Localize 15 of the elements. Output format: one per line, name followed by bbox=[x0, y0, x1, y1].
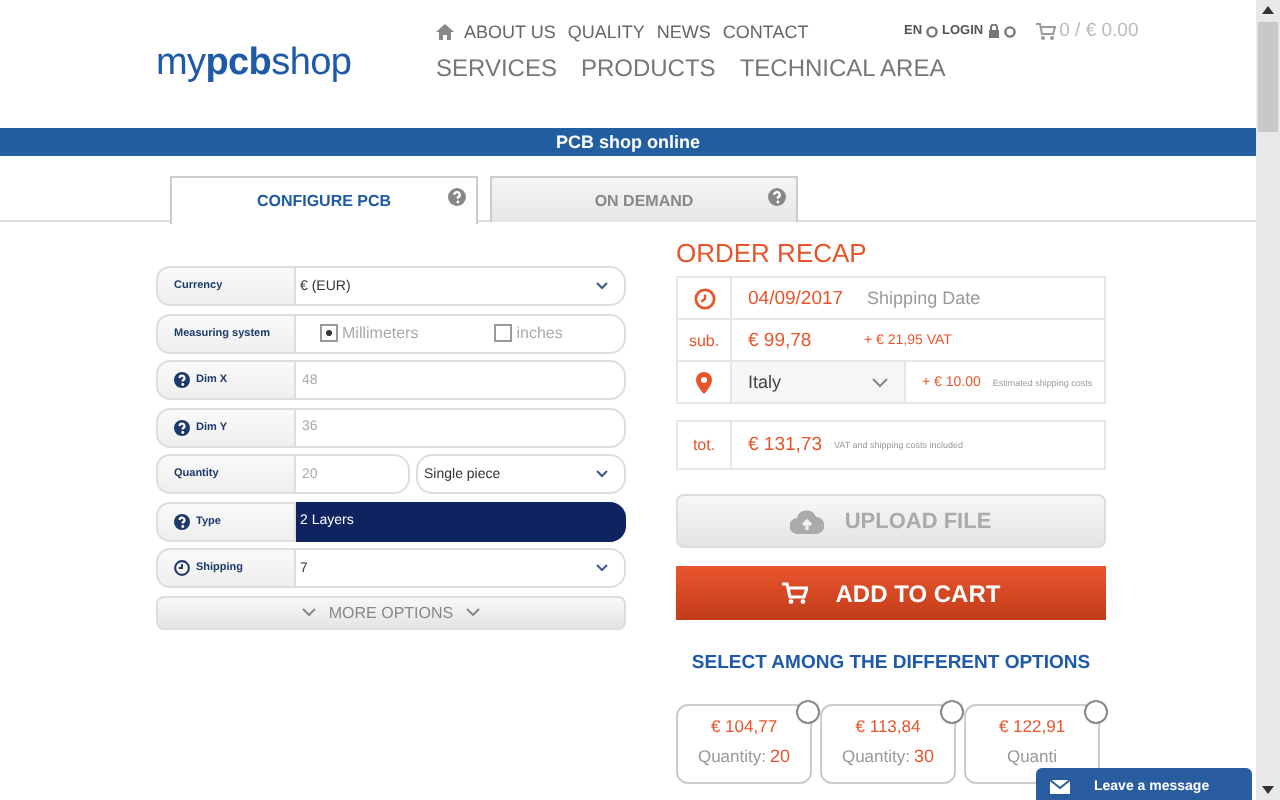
total-amount: € 131,73 bbox=[748, 434, 822, 456]
option-price: € 104,77 bbox=[710, 716, 778, 736]
option-price: € 122,91 bbox=[998, 716, 1066, 736]
date-label: Shipping Date bbox=[867, 288, 981, 308]
banner-title: PCB shop online bbox=[556, 132, 700, 152]
section-title: ORDER RECAP bbox=[676, 238, 869, 268]
option-price: € 113,84 bbox=[855, 716, 921, 736]
option-quantity: Quanti bbox=[1006, 746, 1058, 766]
option-quantity: Quantity: 20 bbox=[697, 746, 791, 766]
shipping-date: 04/09/2017 bbox=[748, 287, 844, 309]
section-title: SELECT AMONG THE DIFFERENT OPTIONS bbox=[689, 652, 1093, 674]
subtotal: € 99,78 bbox=[748, 329, 814, 351]
row-label: sub. bbox=[688, 331, 720, 349]
option-quantity: Quantity: 30 bbox=[841, 746, 935, 766]
row-label: tot. bbox=[692, 436, 716, 454]
